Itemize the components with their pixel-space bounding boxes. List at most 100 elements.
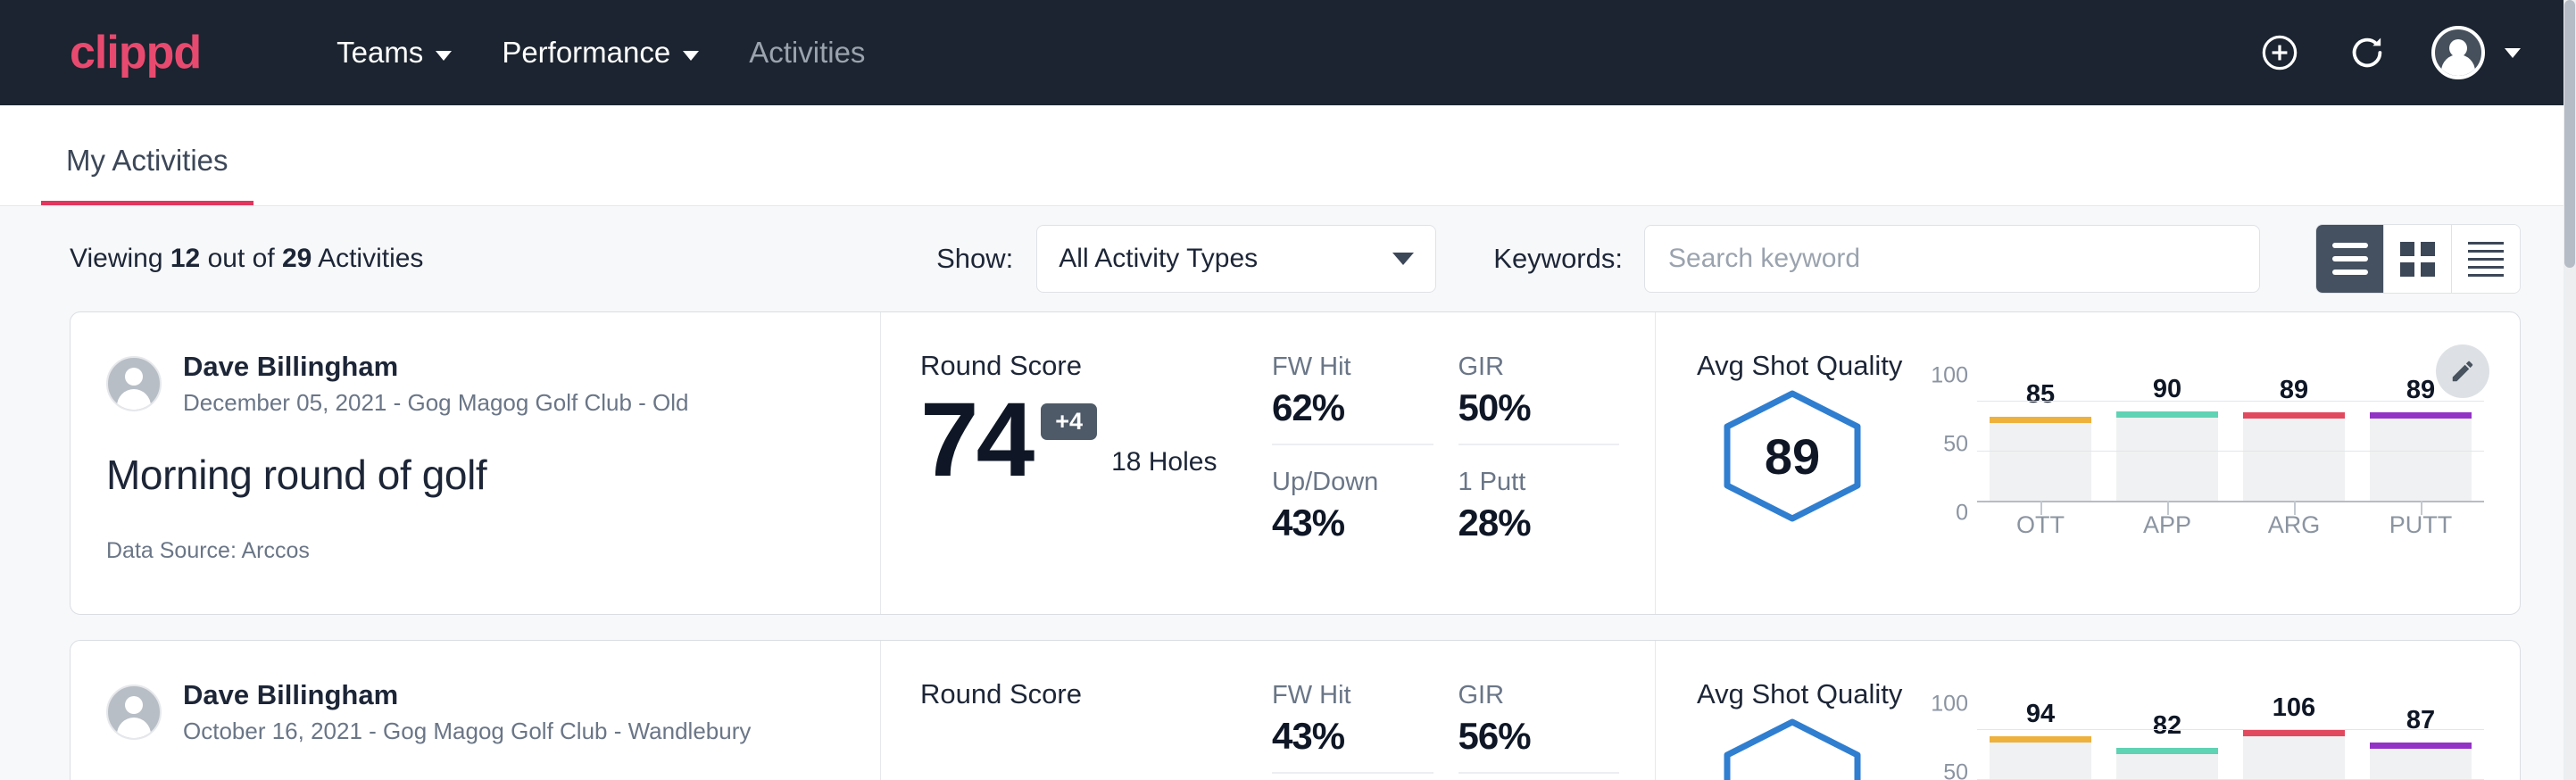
round-score-row: 74 +4 18 Holes xyxy=(920,387,1272,490)
chart-y-tick-label: 50 xyxy=(1943,432,1968,458)
shot-quality-chart: 050100 85908989 OTTAPPARGPUTT xyxy=(1888,386,2484,539)
chart-bar-group: 87 xyxy=(2370,730,2472,780)
user-menu[interactable] xyxy=(2431,26,2521,79)
stat-fw-hit: FW Hit 43% xyxy=(1272,680,1433,774)
stat-value: 43% xyxy=(1272,502,1433,544)
stat-label: FW Hit xyxy=(1272,352,1433,383)
stats-column: FW Hit 62% GIR 50% Up/Down 43% 1 Putt 28… xyxy=(1272,312,1656,614)
filter-bar: Viewing 12 out of 29 Activities Show: Al… xyxy=(0,206,2576,311)
edit-activity-button[interactable] xyxy=(2436,344,2489,398)
page-scrollbar[interactable] xyxy=(2564,0,2576,780)
nav-item-activities[interactable]: Activities xyxy=(724,36,890,70)
activity-card[interactable]: Dave Billingham October 16, 2021 - Gog M… xyxy=(70,640,2521,780)
shot-quality-value: 89 xyxy=(1718,389,1866,523)
chart-bar-value-label: 85 xyxy=(2026,380,2055,410)
search-input[interactable] xyxy=(1644,225,2260,293)
keywords-label: Keywords: xyxy=(1493,243,1623,275)
chevron-down-icon xyxy=(436,51,452,61)
list-view-icon xyxy=(2332,243,2368,275)
tab-bar: My Activities xyxy=(0,105,2576,206)
chart-y-tick-label: 50 xyxy=(1943,760,1968,780)
chart-gridline xyxy=(1977,729,2484,730)
chart-plot-area: 94 82 106 87 xyxy=(1977,730,2484,780)
nav-item-performance[interactable]: Performance xyxy=(477,36,724,70)
stat-up-down: Up/Down 43% xyxy=(1272,467,1433,559)
add-activity-button[interactable] xyxy=(2256,29,2303,76)
round-score-label: Round Score xyxy=(920,350,1272,382)
chart-bar-value-label: 87 xyxy=(2406,706,2435,735)
activity-summary-column: Dave Billingham October 16, 2021 - Gog M… xyxy=(71,641,881,780)
show-label: Show: xyxy=(936,243,1013,275)
player-name: Dave Billingham xyxy=(183,350,689,385)
chart-bar-value-label: 82 xyxy=(2153,711,2181,741)
chart-bar xyxy=(2243,730,2345,780)
chart-bar-group: 94 xyxy=(1990,730,2091,780)
avatar xyxy=(106,356,162,411)
chart-bar-group: 85 xyxy=(1990,402,2091,501)
score-differential-badge: +4 xyxy=(1041,403,1097,440)
plus-circle-icon xyxy=(2259,32,2300,73)
chart-bar-value-label: 106 xyxy=(2273,693,2315,723)
viewing-prefix: Viewing xyxy=(70,244,163,273)
viewing-summary: Viewing 12 out of 29 Activities xyxy=(70,244,423,274)
chart-x-tickmark xyxy=(2040,501,2042,515)
activity-type-select[interactable]: All Activity Types xyxy=(1036,225,1436,293)
grid-view-icon xyxy=(2400,242,2435,277)
app-logo[interactable]: clippd xyxy=(70,29,201,76)
shot-quality-hexagon xyxy=(1697,714,1888,780)
stat-value: 56% xyxy=(1458,715,1620,758)
tab-my-activities[interactable]: My Activities xyxy=(41,144,253,205)
avatar xyxy=(106,685,162,740)
chart-bar-group: 90 xyxy=(2116,402,2218,501)
top-navbar: clippd Teams Performance Activities xyxy=(0,0,2576,105)
shot-quality-column: Avg Shot Quality 050100 948210687 xyxy=(1656,641,2520,780)
chart-gridline xyxy=(1977,401,2484,402)
chart-x-axis: OTTAPPARGPUTT xyxy=(1977,511,2484,539)
round-score-column: Round Score xyxy=(881,641,1272,780)
chart-bar-group: 106 xyxy=(2243,730,2345,780)
activity-meta: December 05, 2021 - Gog Magog Golf Club … xyxy=(183,388,689,419)
stat-gir: GIR 56% xyxy=(1458,680,1620,774)
scrollbar-thumb[interactable] xyxy=(2564,0,2575,268)
activity-card[interactable]: Dave Billingham December 05, 2021 - Gog … xyxy=(70,311,2521,615)
chart-x-tick-label: OTT xyxy=(1990,511,2091,539)
chevron-down-icon xyxy=(1392,253,1414,265)
chart-bar xyxy=(2243,412,2345,501)
activity-title: Morning round of golf xyxy=(106,451,844,499)
view-mode-compact-button[interactable] xyxy=(2452,225,2520,293)
refresh-icon xyxy=(2347,32,2388,73)
activity-author: Dave Billingham December 05, 2021 - Gog … xyxy=(106,350,844,419)
chart-bar-group: 89 xyxy=(2370,402,2472,501)
chart-y-axis: 050100 xyxy=(1920,730,1977,780)
chart-bar xyxy=(2116,748,2218,780)
activity-meta: October 16, 2021 - Gog Magog Golf Club -… xyxy=(183,717,751,747)
chart-x-tick-label: ARG xyxy=(2243,511,2345,539)
primary-nav: Teams Performance Activities xyxy=(312,36,890,70)
stat-value: 62% xyxy=(1272,386,1433,429)
chart-x-tickmark xyxy=(2294,501,2296,515)
stat-one-putt: 1 Putt 28% xyxy=(1458,467,1620,559)
stat-label: Up/Down xyxy=(1272,467,1433,498)
chevron-down-icon xyxy=(683,51,699,61)
chart-bars: 94 82 106 87 xyxy=(1977,730,2484,780)
view-mode-grid-button[interactable] xyxy=(2384,225,2452,293)
chart-x-tick-label: PUTT xyxy=(2370,511,2472,539)
pencil-icon xyxy=(2449,358,2476,385)
stat-label: GIR xyxy=(1458,680,1620,711)
view-mode-list-button[interactable] xyxy=(2316,225,2384,293)
avatar xyxy=(2431,26,2485,79)
chart-bar xyxy=(2116,411,2218,501)
navbar-actions xyxy=(2256,26,2521,79)
chart-bar-group: 82 xyxy=(2116,730,2218,780)
stat-label: GIR xyxy=(1458,352,1620,383)
chevron-down-icon xyxy=(2505,48,2521,58)
activity-summary-column: Dave Billingham December 05, 2021 - Gog … xyxy=(71,312,881,614)
chart-gridline xyxy=(1977,451,2484,452)
holes-count: 18 Holes xyxy=(1111,447,1217,477)
chart-bar xyxy=(1990,417,2091,501)
activity-author: Dave Billingham October 16, 2021 - Gog M… xyxy=(106,678,844,747)
chart-x-tickmark xyxy=(2421,501,2422,515)
nav-item-teams[interactable]: Teams xyxy=(312,36,477,70)
nav-item-teams-label: Teams xyxy=(337,36,423,70)
refresh-button[interactable] xyxy=(2344,29,2390,76)
